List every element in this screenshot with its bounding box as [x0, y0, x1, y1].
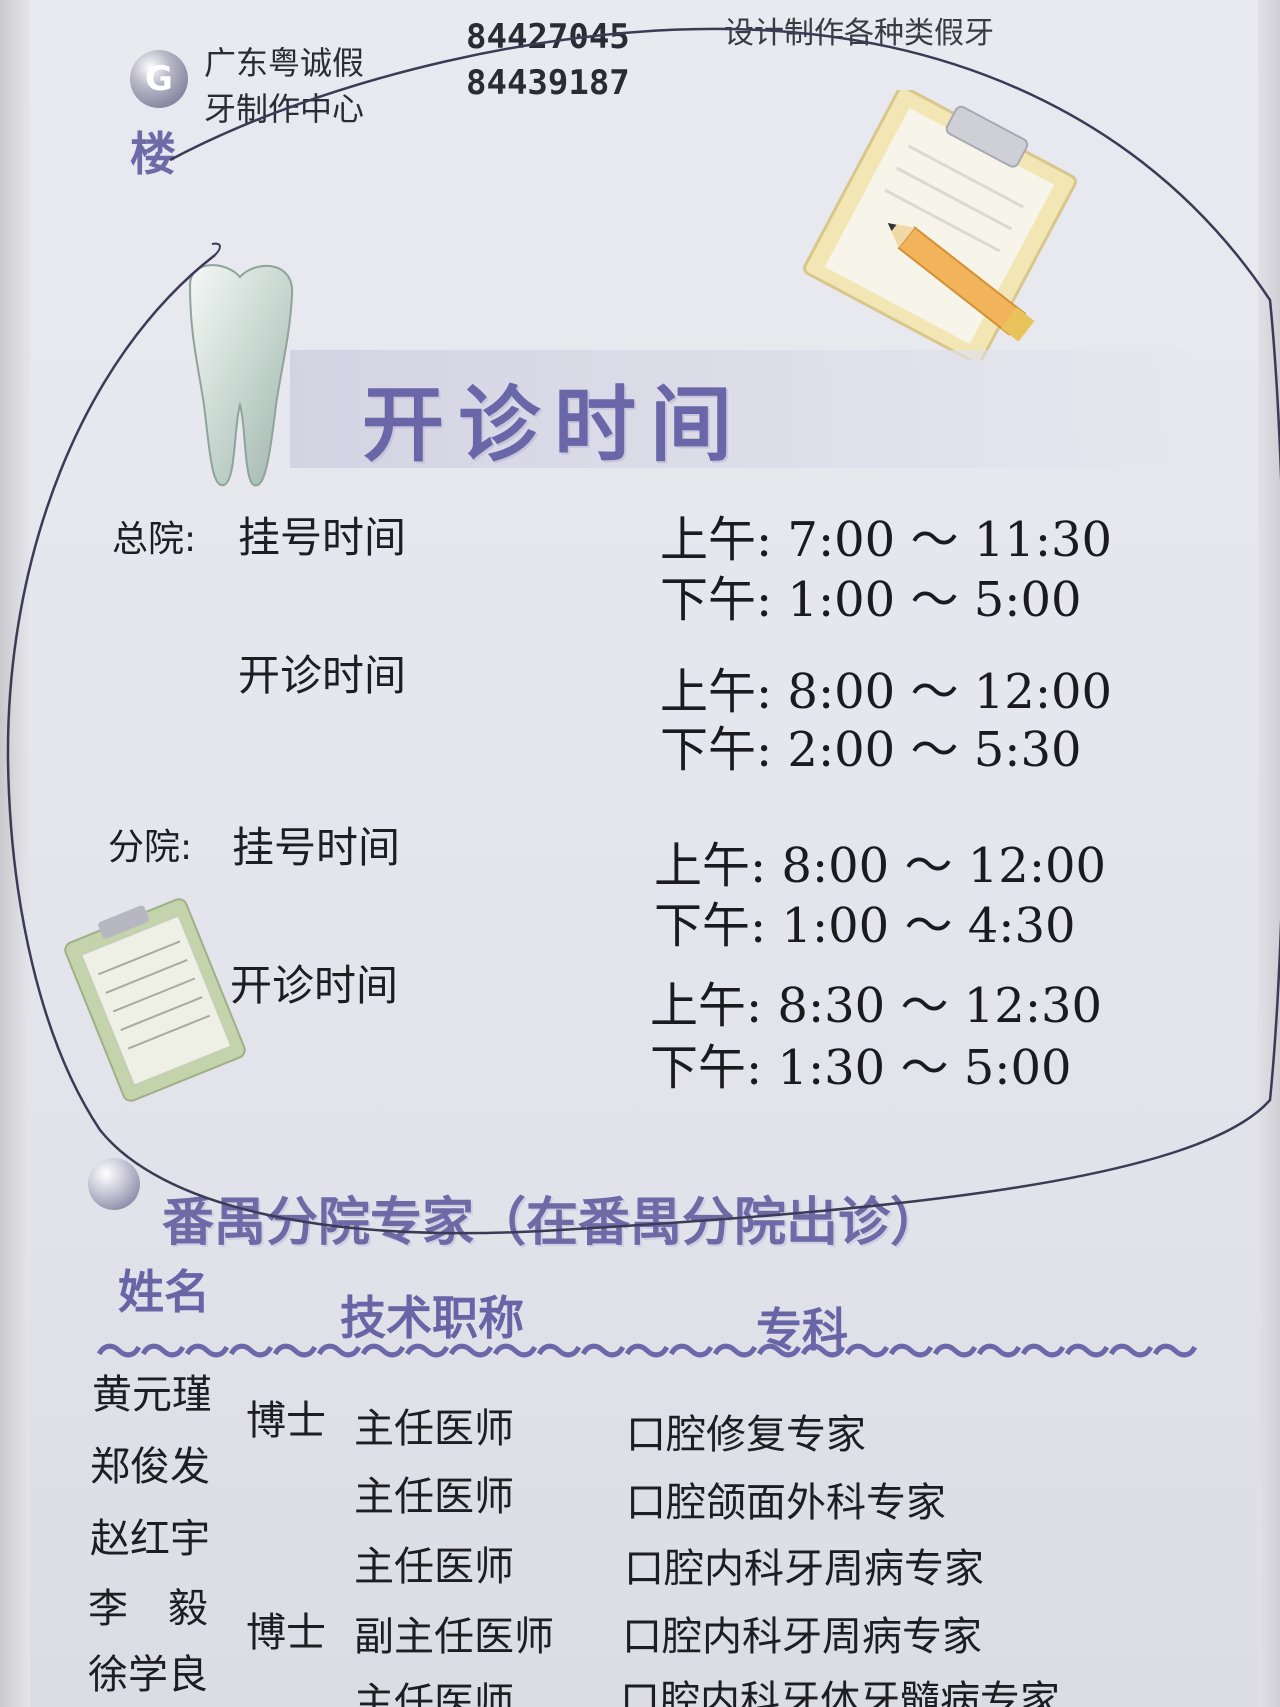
clipboard-illustration: [803, 90, 1077, 360]
expert-title: 主任医师: [354, 1474, 514, 1520]
brochure-page: G 楼 广东粤诚假 牙制作中心 84427045 84439187 设计制作各种…: [0, 0, 1280, 1707]
main-clinic-pm: 下午: 2:00 ～ 5:30: [660, 722, 1082, 778]
expert-name: 赵红宇: [90, 1516, 210, 1562]
section-bullet-icon: [88, 1158, 140, 1210]
expert-name: 郑俊发: [90, 1444, 210, 1490]
page-title: 开诊时间: [362, 378, 747, 473]
branch-clinic-label: 开诊时间: [230, 961, 399, 1010]
expert-name: 黄元瑾: [92, 1372, 212, 1418]
paper-edge-right: [1258, 0, 1280, 1707]
branch-label: 分院:: [108, 827, 193, 868]
notepad-illustration: [64, 898, 246, 1102]
expert-title: 主任医师: [354, 1406, 514, 1452]
company-name: 广东粤诚假 牙制作中心: [204, 40, 364, 132]
branch-clinic-pm: 下午: 1:30 ～ 5:00: [650, 1040, 1072, 1096]
expert-title: 主任医师: [354, 1680, 514, 1707]
expert-specialty: 口腔内科牙周病专家: [624, 1546, 984, 1592]
phone-2: 84439187: [466, 63, 630, 103]
expert-specialty: 口腔颌面外科专家: [626, 1480, 946, 1526]
main-hospital-label: 总院:: [112, 519, 197, 560]
tooth-icon: [188, 264, 294, 487]
expert-title: 副主任医师: [354, 1614, 554, 1660]
floor-badge: G: [130, 50, 188, 108]
expert-name: 徐学良: [88, 1652, 208, 1698]
paper-edge-left: [0, 0, 30, 1707]
company-line-1: 广东粤诚假: [204, 44, 365, 82]
main-register-pm: 下午: 1:00 ～ 5:00: [660, 572, 1082, 628]
expert-degree: 博士: [246, 1610, 326, 1656]
main-register-label: 挂号时间: [238, 513, 407, 562]
main-clinic-label: 开诊时间: [238, 651, 407, 700]
badge-letter: G: [145, 59, 173, 99]
branch-register-label: 挂号时间: [232, 823, 401, 872]
expert-specialty: 口腔内科牙周病专家: [622, 1614, 982, 1660]
phone-1: 84427045: [466, 17, 630, 57]
wavy-divider: ～～～～～～～～～～～～～～～～～～～～～～～～～: [96, 1325, 1198, 1379]
expert-title: 主任医师: [354, 1544, 514, 1590]
expert-degree: 博士: [246, 1398, 326, 1444]
slogan: 设计制作各种类假牙: [724, 16, 994, 51]
experts-section-title: 番禺分院专家（在番禺分院出诊）: [162, 1193, 943, 1253]
expert-specialty: 口腔内科牙体牙髓病专家: [620, 1678, 1060, 1707]
expert-name: 李 毅: [88, 1586, 208, 1632]
expert-specialty: 口腔修复专家: [626, 1412, 866, 1458]
branch-register-pm: 下午: 1:00 ～ 4:30: [654, 898, 1076, 954]
branch-clinic-am: 上午: 8:30 ～ 12:30: [650, 978, 1103, 1034]
floor-label: 楼: [130, 127, 176, 181]
phone-numbers: 84427045 84439187: [466, 14, 630, 106]
column-header-name: 姓名: [118, 1265, 210, 1319]
company-line-2: 牙制作中心: [204, 90, 365, 128]
